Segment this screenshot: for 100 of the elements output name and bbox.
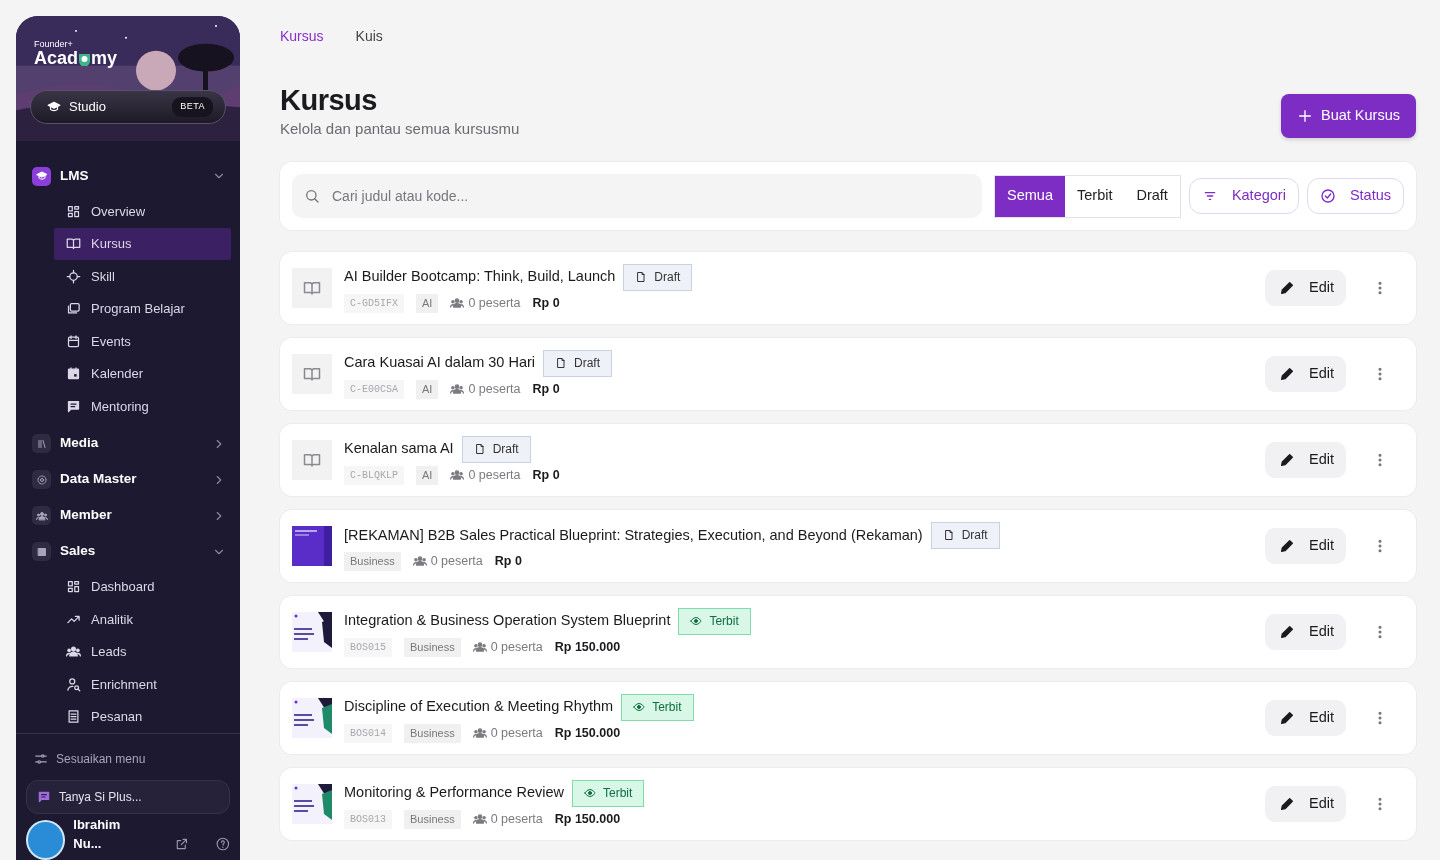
edit-button[interactable]: Edit: [1265, 614, 1346, 651]
eye-icon: [633, 701, 646, 714]
category-tag: Business: [344, 552, 401, 571]
studio-label: Studio: [69, 98, 106, 117]
users-icon: [450, 296, 465, 311]
filter-button[interactable]: Kategori: [1188, 178, 1299, 215]
list-icon: [66, 709, 81, 725]
search-field[interactable]: Cari judul atau kode...: [292, 174, 983, 219]
sidebar-item[interactable]: Analitik: [54, 603, 231, 636]
eye-icon: [584, 787, 596, 800]
calendar-icon: [66, 366, 81, 382]
course-code: C-E00CSA: [344, 379, 404, 399]
ask-assistant-button[interactable]: Tanya Si Plus...: [26, 780, 230, 814]
filter-button[interactable]: Status: [1306, 178, 1404, 215]
sidebar-item[interactable]: Overview: [54, 195, 231, 228]
book-icon: [303, 279, 321, 298]
status-badge: Draft: [623, 263, 693, 291]
course-title[interactable]: Discipline of Execution & Meeting Rhythm: [344, 696, 614, 719]
status-badge: Terbit: [678, 607, 751, 635]
logo-text: Acad: [34, 49, 78, 67]
pencil-icon: [1279, 538, 1295, 555]
edit-button[interactable]: Edit: [1265, 700, 1346, 737]
edit-button[interactable]: Edit: [1265, 442, 1346, 479]
status-badge: Terbit: [572, 779, 645, 807]
sidebar-item[interactable]: Events: [54, 325, 231, 358]
book-icon: [303, 451, 321, 470]
logo-text: my: [91, 49, 118, 67]
course-title[interactable]: Kenalan sama AI: [344, 438, 454, 461]
external-link-icon: [174, 837, 189, 851]
course-price: Rp 0: [532, 380, 560, 398]
sidebar-item[interactable]: Pesanan: [54, 700, 231, 733]
sidebar-group[interactable]: LMS: [32, 161, 230, 191]
sliders-icon: [34, 752, 48, 766]
users-icon: [450, 382, 465, 397]
course-title[interactable]: [REKAMAN] B2B Sales Practical Blueprint: Strategies, Execution, and Beyond (Rekaman): [344, 524, 923, 547]
course-code: BOS013: [344, 809, 392, 829]
sidebar-item[interactable]: Skill: [54, 260, 231, 293]
course-title[interactable]: AI Builder Bootcamp: Think, Build, Launch: [344, 266, 616, 289]
group-label: Member: [60, 506, 112, 525]
group-label: Data Master: [60, 470, 137, 489]
sidebar-group[interactable]: Member: [32, 500, 230, 531]
sidebar-group[interactable]: Sales: [32, 536, 230, 567]
course-title[interactable]: Monitoring & Performance Review: [344, 782, 564, 805]
logo-text: Founder+: [34, 40, 74, 49]
status-badge: Terbit: [621, 693, 694, 721]
course-price: Rp 0: [532, 294, 560, 312]
check-circle-icon: [1319, 188, 1336, 205]
avatar[interactable]: [26, 820, 66, 860]
grid-icon: [66, 579, 81, 595]
users-icon: [35, 509, 48, 522]
edit-button[interactable]: Edit: [1265, 356, 1346, 393]
chat-icon: [66, 398, 81, 414]
course-title[interactable]: Cara Kuasai AI dalam 30 Hari: [344, 352, 535, 375]
course-price: Rp 150.000: [554, 724, 621, 742]
pencil-icon: [1279, 280, 1295, 297]
users-icon: [472, 726, 487, 741]
course-title[interactable]: Integration & Business Operation System Blueprint: [344, 610, 671, 633]
graduation-cap-icon: [47, 100, 61, 114]
course-code: C-BLQKLP: [344, 465, 404, 485]
sidebar-item[interactable]: Enrichment: [54, 668, 231, 701]
status-segment[interactable]: Semua: [995, 175, 1065, 217]
participant-count: 0 peserta: [490, 810, 543, 828]
studio-switcher[interactable]: Studio BETA: [30, 90, 226, 124]
status-badge: Draft: [543, 349, 613, 377]
participant-count: 0 peserta: [468, 294, 521, 312]
tab[interactable]: Kuis: [355, 26, 383, 47]
stacked-cards-icon: [66, 301, 81, 317]
course-code: BOS015: [344, 637, 392, 657]
users-icon: [450, 468, 465, 483]
sidebar-item[interactable]: Kursus: [54, 227, 231, 260]
users-icon: [472, 640, 487, 655]
sidebar-group[interactable]: Data Master: [32, 464, 230, 495]
sidebar-item[interactable]: Kalender: [54, 357, 231, 390]
edit-button[interactable]: Edit: [1265, 786, 1346, 823]
document-icon: [942, 529, 955, 542]
category-tag: AI: [416, 466, 439, 485]
page-subtitle: Kelola dan pantau semua kursusmu: [280, 118, 520, 139]
calendar-icon: [66, 333, 81, 349]
course-code: C-GD5IFX: [344, 293, 404, 313]
group-label: LMS: [60, 166, 89, 185]
eye-icon: [690, 615, 703, 628]
book-icon: [303, 365, 321, 384]
sidebar-item[interactable]: Leads: [54, 635, 231, 668]
edit-button[interactable]: Edit: [1265, 270, 1346, 307]
course-price: Rp 0: [532, 466, 560, 484]
document-icon: [555, 357, 567, 370]
participant-count: 0 peserta: [468, 380, 521, 398]
create-course-button[interactable]: Buat Kursus: [1281, 94, 1416, 139]
graduation-cap-icon: [35, 170, 48, 182]
tab[interactable]: Kursus: [280, 26, 324, 47]
participant-count: 0 peserta: [490, 638, 543, 656]
customize-menu-link[interactable]: Sesuaikan menu: [26, 748, 230, 770]
sidebar-group[interactable]: Media: [32, 428, 230, 459]
pencil-icon: [1279, 796, 1295, 813]
edit-button[interactable]: Edit: [1265, 528, 1346, 565]
participant-count: 0 peserta: [490, 724, 543, 742]
sidebar-item[interactable]: Program Belajar: [54, 292, 231, 325]
sidebar-item[interactable]: Dashboard: [54, 570, 231, 603]
pencil-icon: [1279, 452, 1295, 469]
sidebar-item[interactable]: Mentoring: [54, 390, 231, 423]
